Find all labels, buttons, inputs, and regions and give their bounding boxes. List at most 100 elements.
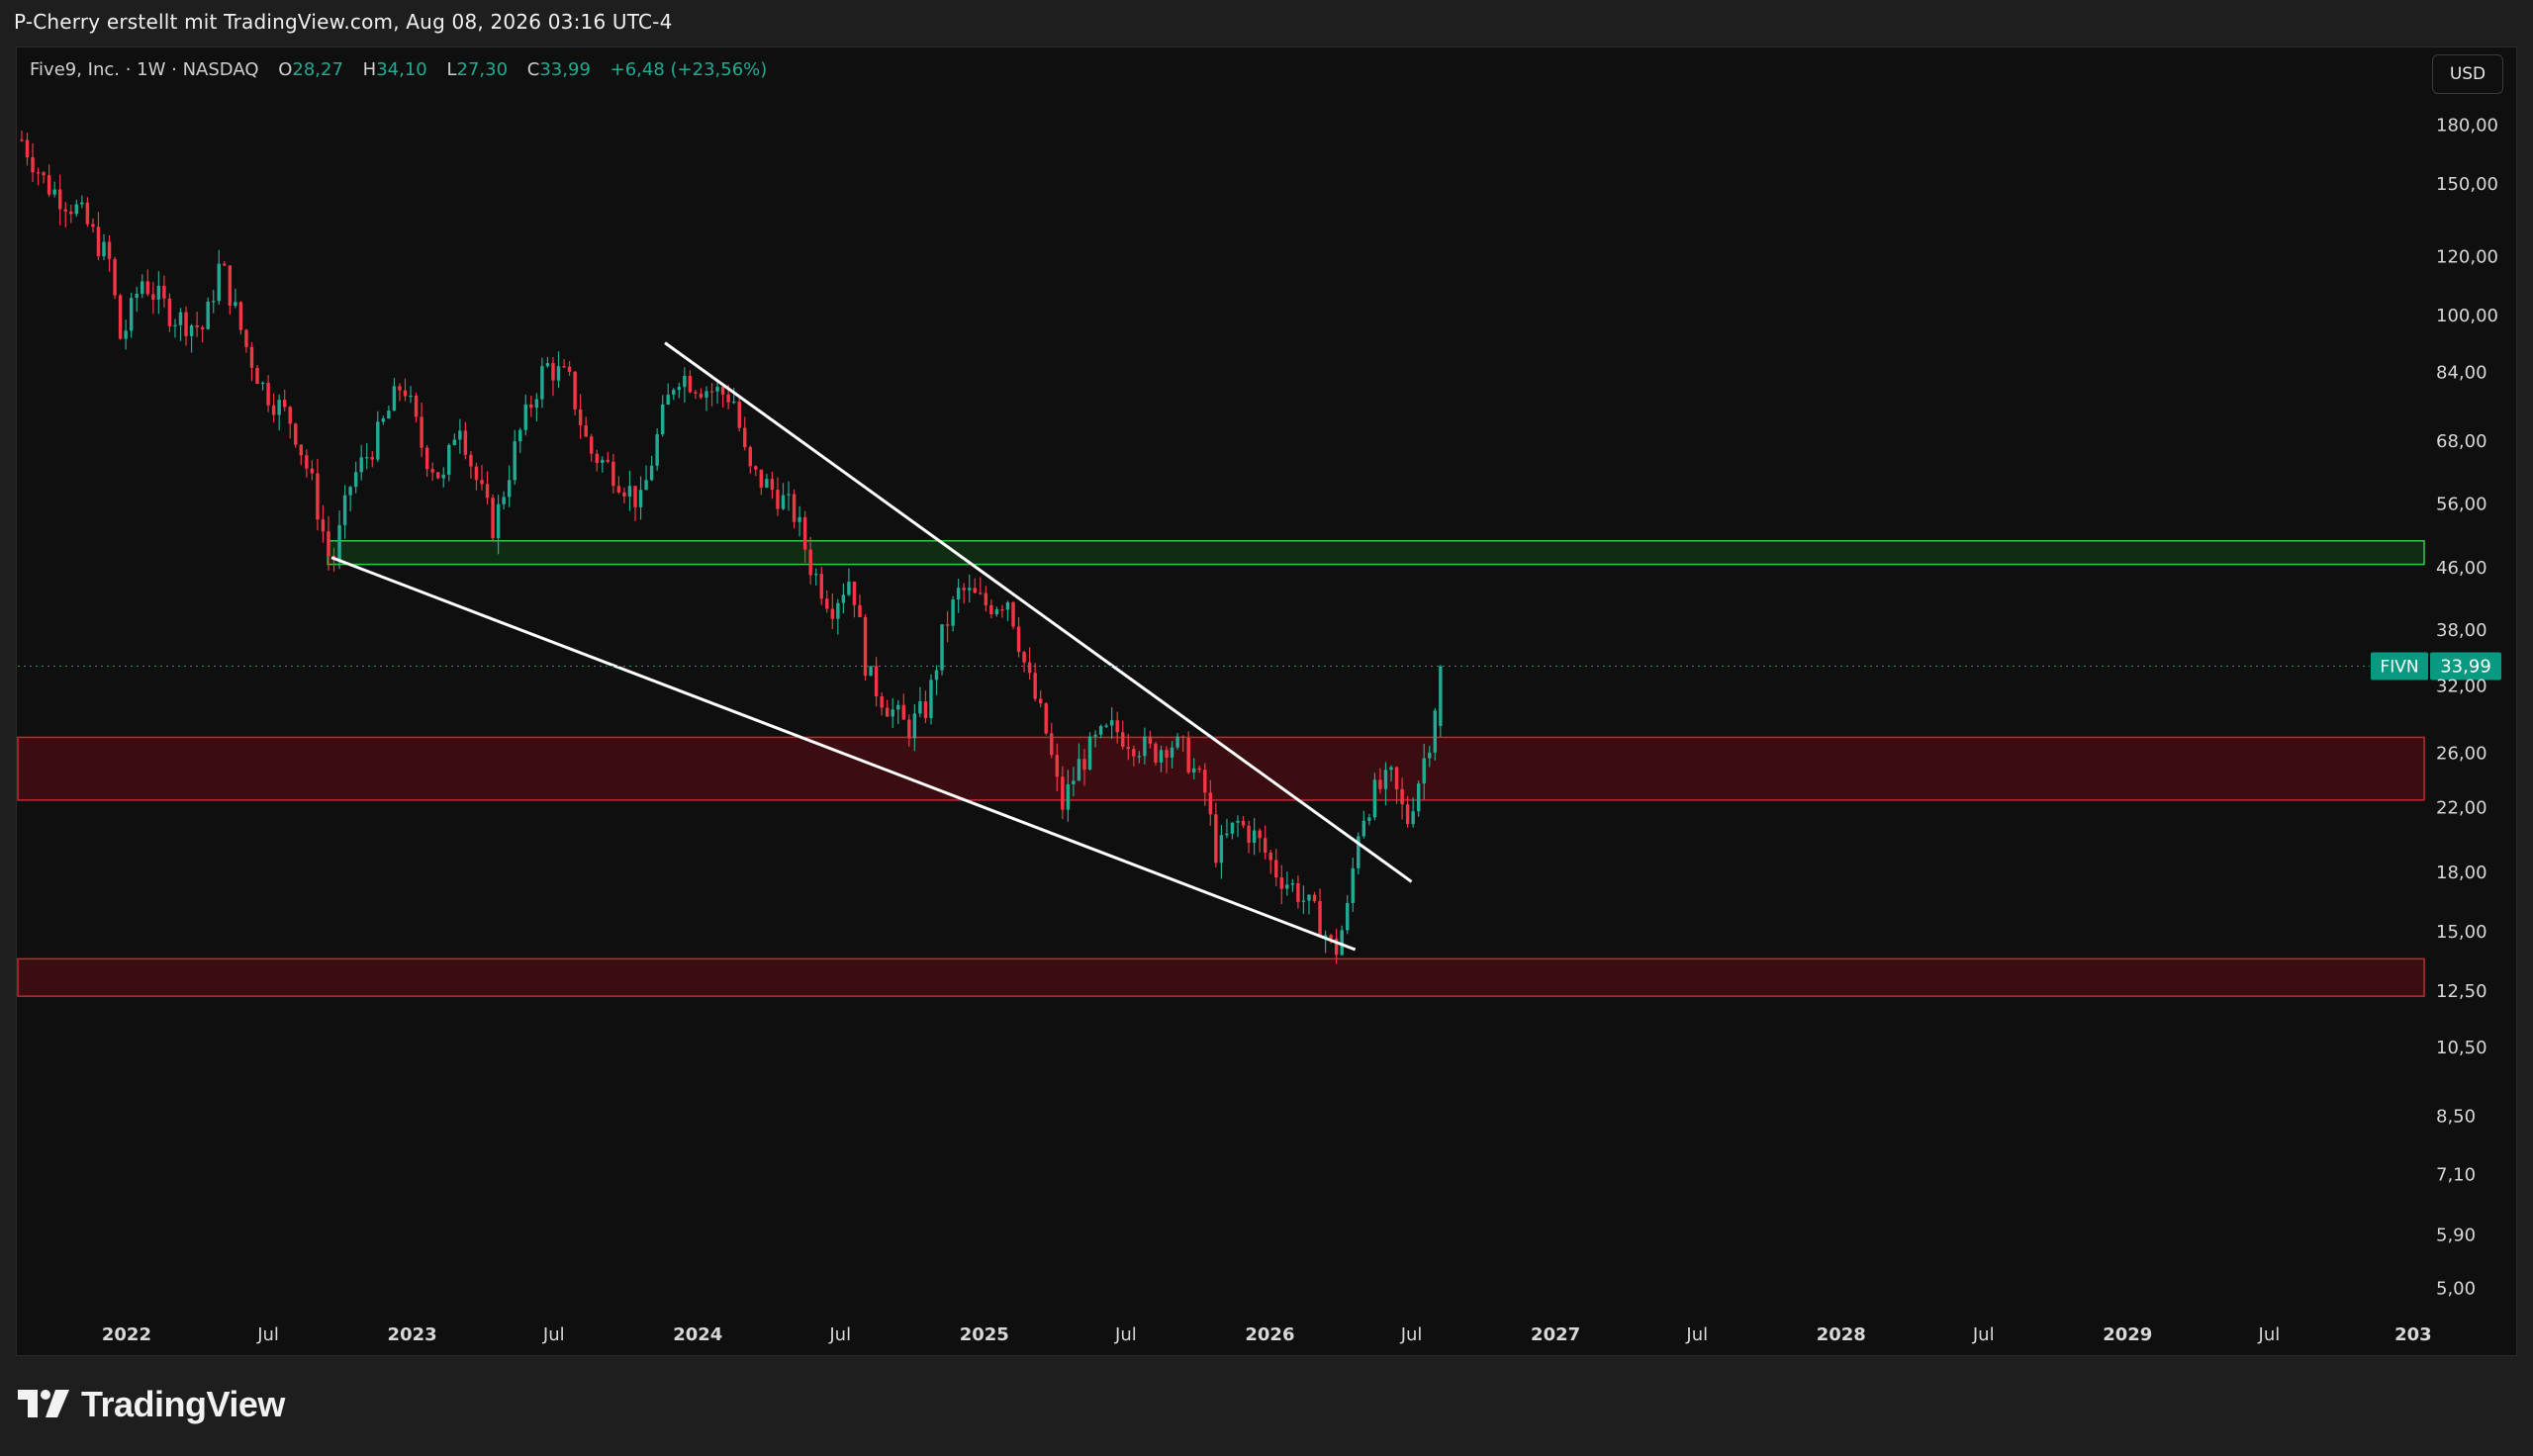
candle-body[interactable] <box>294 423 298 445</box>
candle-body[interactable] <box>1044 703 1048 734</box>
support-zone[interactable] <box>17 957 2425 997</box>
candle-body[interactable] <box>923 701 928 718</box>
candle-body[interactable] <box>1180 736 1185 738</box>
candle-body[interactable] <box>102 241 106 257</box>
candle-body[interactable] <box>447 444 451 475</box>
candle-body[interactable] <box>720 387 725 395</box>
candle-body[interactable] <box>770 479 775 491</box>
candle-body[interactable] <box>1422 758 1426 784</box>
candle-body[interactable] <box>145 281 150 295</box>
candle-body[interactable] <box>420 416 423 448</box>
candle-body[interactable] <box>288 407 292 424</box>
candle-body[interactable] <box>819 574 823 599</box>
candle-body[interactable] <box>25 139 30 157</box>
candle-body[interactable] <box>934 670 939 681</box>
candle-body[interactable] <box>1011 602 1015 627</box>
candle-body[interactable] <box>529 404 533 409</box>
candle-body[interactable] <box>327 531 330 556</box>
candle-body[interactable] <box>305 455 309 469</box>
candle-body[interactable] <box>688 375 693 393</box>
candle-body[interactable] <box>852 582 857 605</box>
candle-body[interactable] <box>556 366 561 381</box>
candle-body[interactable] <box>1400 788 1404 805</box>
candle-body[interactable] <box>945 624 950 626</box>
candle-body[interactable] <box>507 480 512 498</box>
candle-body[interactable] <box>1416 783 1421 812</box>
candle-body[interactable] <box>321 519 326 532</box>
candle-body[interactable] <box>989 604 993 614</box>
candle-body[interactable] <box>731 401 736 404</box>
candle-body[interactable] <box>1301 900 1306 902</box>
candle-body[interactable] <box>1104 725 1108 727</box>
candle-body[interactable] <box>1191 768 1196 773</box>
candle-body[interactable] <box>874 666 879 697</box>
candle-body[interactable] <box>206 301 210 329</box>
candle-body[interactable] <box>776 490 780 509</box>
candle-body[interactable] <box>277 400 281 415</box>
candle-body[interactable] <box>1252 830 1257 843</box>
candle-body[interactable] <box>523 404 528 430</box>
candle-body[interactable] <box>342 495 347 525</box>
candle-body[interactable] <box>1050 733 1054 756</box>
candle-body[interactable] <box>458 430 462 440</box>
candle-body[interactable] <box>1121 732 1125 748</box>
candle-body[interactable] <box>1367 817 1371 821</box>
trendline[interactable] <box>664 341 1413 883</box>
tradingview-logo[interactable]: TradingView <box>18 1384 285 1425</box>
candle-body[interactable] <box>260 382 265 385</box>
candle-body[interactable] <box>135 294 139 299</box>
candle-body[interactable] <box>655 434 659 466</box>
candle-body[interactable] <box>797 516 801 522</box>
candle-body[interactable] <box>1361 820 1366 837</box>
candle-body[interactable] <box>223 263 227 266</box>
currency-button[interactable]: USD <box>2432 54 2503 94</box>
candle-body[interactable] <box>1274 860 1278 878</box>
candle-body[interactable] <box>409 395 413 398</box>
candle-body[interactable] <box>1159 750 1164 763</box>
candle-body[interactable] <box>496 503 501 539</box>
candle-body[interactable] <box>430 469 434 473</box>
candle-body[interactable] <box>1428 752 1432 759</box>
candle-body[interactable] <box>271 405 276 415</box>
candle-body[interactable] <box>162 285 166 299</box>
candle-body[interactable] <box>737 401 741 428</box>
candle-body[interactable] <box>36 172 41 174</box>
candle-body[interactable] <box>20 139 24 141</box>
candle-body[interactable] <box>337 524 341 561</box>
candle-body[interactable] <box>1208 792 1213 815</box>
candle-body[interactable] <box>1290 882 1295 885</box>
candle-body[interactable] <box>1093 734 1097 737</box>
candle-body[interactable] <box>31 156 35 173</box>
candle-body[interactable] <box>1148 736 1153 744</box>
candle-body[interactable] <box>129 298 134 331</box>
candle-body[interactable] <box>979 592 983 594</box>
candle-body[interactable] <box>1411 811 1415 825</box>
candle-body[interactable] <box>1137 756 1142 758</box>
candle-body[interactable] <box>683 375 687 388</box>
candle-body[interactable] <box>118 295 123 339</box>
candle-body[interactable] <box>441 474 445 479</box>
candle-body[interactable] <box>1236 820 1240 823</box>
candle-body[interactable] <box>491 498 495 539</box>
candle-body[interactable] <box>1055 755 1060 777</box>
candle-body[interactable] <box>1268 853 1272 861</box>
candle-body[interactable] <box>69 211 73 215</box>
candle-body[interactable] <box>562 366 566 368</box>
candle-body[interactable] <box>885 707 890 717</box>
candle-body[interactable] <box>968 588 972 591</box>
candle-body[interactable] <box>633 486 637 507</box>
candle-body[interactable] <box>813 574 818 576</box>
candle-body[interactable] <box>1132 749 1136 757</box>
candle-body[interactable] <box>1312 894 1317 901</box>
candle-body[interactable] <box>1307 894 1311 901</box>
candle-body[interactable] <box>63 209 67 212</box>
candle-body[interactable] <box>858 604 862 617</box>
candle-body[interactable] <box>808 549 812 576</box>
candle-body[interactable] <box>403 390 408 397</box>
candle-body[interactable] <box>1247 825 1251 843</box>
candle-body[interactable] <box>1072 780 1076 784</box>
candle-body[interactable] <box>590 436 594 454</box>
candle-body[interactable] <box>1077 759 1081 781</box>
candle-body[interactable] <box>869 666 873 677</box>
candle-body[interactable] <box>234 302 237 307</box>
